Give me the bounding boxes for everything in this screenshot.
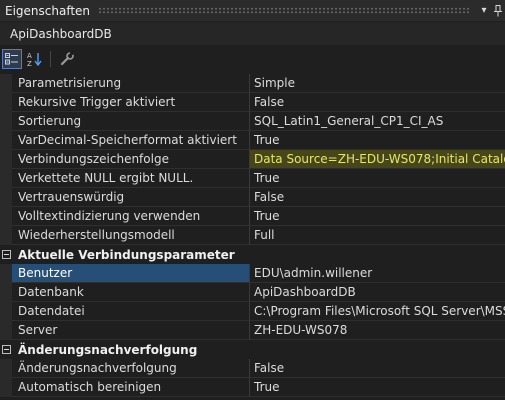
property-row[interactable]: Verkettete NULL ergibt NULL. True xyxy=(0,169,505,188)
properties-window-title-bar: Eigenschaften ▾ xyxy=(0,0,505,21)
property-row-connection-string[interactable]: Verbindungszeichenfolge Data Source=ZH-E… xyxy=(0,150,505,169)
property-name: Server xyxy=(12,321,249,340)
object-selector[interactable]: ApiDashboardDB xyxy=(0,22,505,45)
row-gutter xyxy=(0,188,12,207)
pin-icon-glyph xyxy=(494,4,502,16)
property-value[interactable]: EDU\admin.willener xyxy=(249,264,505,283)
property-row[interactable]: Änderungsnachverfolgung False xyxy=(0,359,505,378)
category-label: Änderungsnachverfolgung xyxy=(18,342,198,357)
property-name: Verkettete NULL ergibt NULL. xyxy=(12,169,249,188)
properties-toolbar: A Z xyxy=(0,47,505,71)
property-row[interactable]: Automatisch bereinigen True xyxy=(0,378,505,397)
property-row[interactable]: VarDecimal-Speicherformat aktiviert True xyxy=(0,131,505,150)
property-row[interactable]: Parametrisierung Simple xyxy=(0,74,505,93)
sort-az-icon: A Z xyxy=(27,52,42,67)
property-value[interactable]: True xyxy=(249,378,505,397)
window-dropdown-icon[interactable]: ▾ xyxy=(477,3,491,19)
row-gutter xyxy=(0,283,12,302)
property-grid: Parametrisierung Simple Rekursive Trigge… xyxy=(0,74,505,397)
property-row[interactable]: Sortierung SQL_Latin1_General_CP1_CI_AS xyxy=(0,112,505,131)
row-gutter xyxy=(0,302,12,321)
row-gutter xyxy=(0,150,12,169)
svg-text:Z: Z xyxy=(27,60,32,67)
property-name: Volltextindizierung verwenden xyxy=(12,207,249,226)
row-gutter xyxy=(0,226,12,245)
property-row[interactable]: Rekursive Trigger aktiviert False xyxy=(0,93,505,112)
property-value[interactable]: ApiDashboardDB xyxy=(249,283,505,302)
row-gutter xyxy=(0,264,12,283)
svg-text:A: A xyxy=(27,52,32,60)
property-value[interactable]: SQL_Latin1_General_CP1_CI_AS xyxy=(249,112,505,131)
property-value[interactable]: True xyxy=(249,169,505,188)
row-gutter xyxy=(0,321,12,340)
property-value[interactable]: ZH-EDU-WS078 xyxy=(249,321,505,340)
row-gutter xyxy=(0,359,12,378)
property-value[interactable]: False xyxy=(249,359,505,378)
categorized-view-button[interactable] xyxy=(2,49,22,69)
window-title: Eigenschaften xyxy=(5,3,91,18)
category-connection-parameters[interactable]: Aktuelle Verbindungsparameter xyxy=(0,245,505,264)
object-name: ApiDashboardDB xyxy=(10,26,112,41)
property-row[interactable]: Volltextindizierung verwenden True xyxy=(0,207,505,226)
property-row[interactable]: Datenbank ApiDashboardDB xyxy=(0,283,505,302)
property-name: Vertrauenswürdig xyxy=(12,188,249,207)
property-value[interactable]: C:\Program Files\Microsoft SQL Server\MS… xyxy=(249,302,505,321)
wrench-icon xyxy=(60,52,74,66)
collapse-icon[interactable] xyxy=(0,245,12,264)
collapse-icon[interactable] xyxy=(0,340,12,359)
row-gutter xyxy=(0,169,12,188)
toolbar-separator xyxy=(50,51,51,67)
property-row[interactable]: Wiederherstellungsmodell Full xyxy=(0,226,505,245)
property-name: Sortierung xyxy=(12,112,249,131)
alphabetical-view-button[interactable]: A Z xyxy=(25,49,45,69)
row-gutter xyxy=(0,93,12,112)
row-gutter xyxy=(0,131,12,150)
property-name: Datenbank xyxy=(12,283,249,302)
property-value[interactable]: False xyxy=(249,188,505,207)
categorized-icon xyxy=(5,53,18,65)
property-row[interactable]: Server ZH-EDU-WS078 xyxy=(0,321,505,340)
property-name: Rekursive Trigger aktiviert xyxy=(12,93,249,112)
collapse-box xyxy=(1,345,11,354)
property-name: Verbindungszeichenfolge xyxy=(12,150,249,169)
property-row[interactable]: Datendatei C:\Program Files\Microsoft SQ… xyxy=(0,302,505,321)
pin-icon[interactable] xyxy=(491,3,505,19)
connection-string-value[interactable]: Data Source=ZH-EDU-WS078;Initial Catalog… xyxy=(249,150,505,169)
property-value[interactable]: False xyxy=(249,93,505,112)
property-name: Parametrisierung xyxy=(12,74,249,93)
property-pages-button[interactable] xyxy=(57,49,77,69)
row-gutter xyxy=(0,378,12,397)
property-name: Automatisch bereinigen xyxy=(12,378,249,397)
row-gutter xyxy=(0,207,12,226)
property-name: Benutzer xyxy=(12,264,249,283)
property-value[interactable]: Full xyxy=(249,226,505,245)
title-grip[interactable] xyxy=(98,7,469,14)
property-value[interactable]: Simple xyxy=(249,74,505,93)
property-name: VarDecimal-Speicherformat aktiviert xyxy=(12,131,249,150)
property-value[interactable]: True xyxy=(249,131,505,150)
collapse-box xyxy=(1,250,11,259)
property-row[interactable]: Vertrauenswürdig False xyxy=(0,188,505,207)
property-row-selected[interactable]: Benutzer EDU\admin.willener xyxy=(0,264,505,283)
property-name: Datendatei xyxy=(12,302,249,321)
row-gutter xyxy=(0,112,12,131)
category-label: Aktuelle Verbindungsparameter xyxy=(18,247,235,262)
row-gutter xyxy=(0,74,12,93)
property-name: Wiederherstellungsmodell xyxy=(12,226,249,245)
property-name: Änderungsnachverfolgung xyxy=(12,359,249,378)
category-change-tracking[interactable]: Änderungsnachverfolgung xyxy=(0,340,505,359)
property-value[interactable]: True xyxy=(249,207,505,226)
